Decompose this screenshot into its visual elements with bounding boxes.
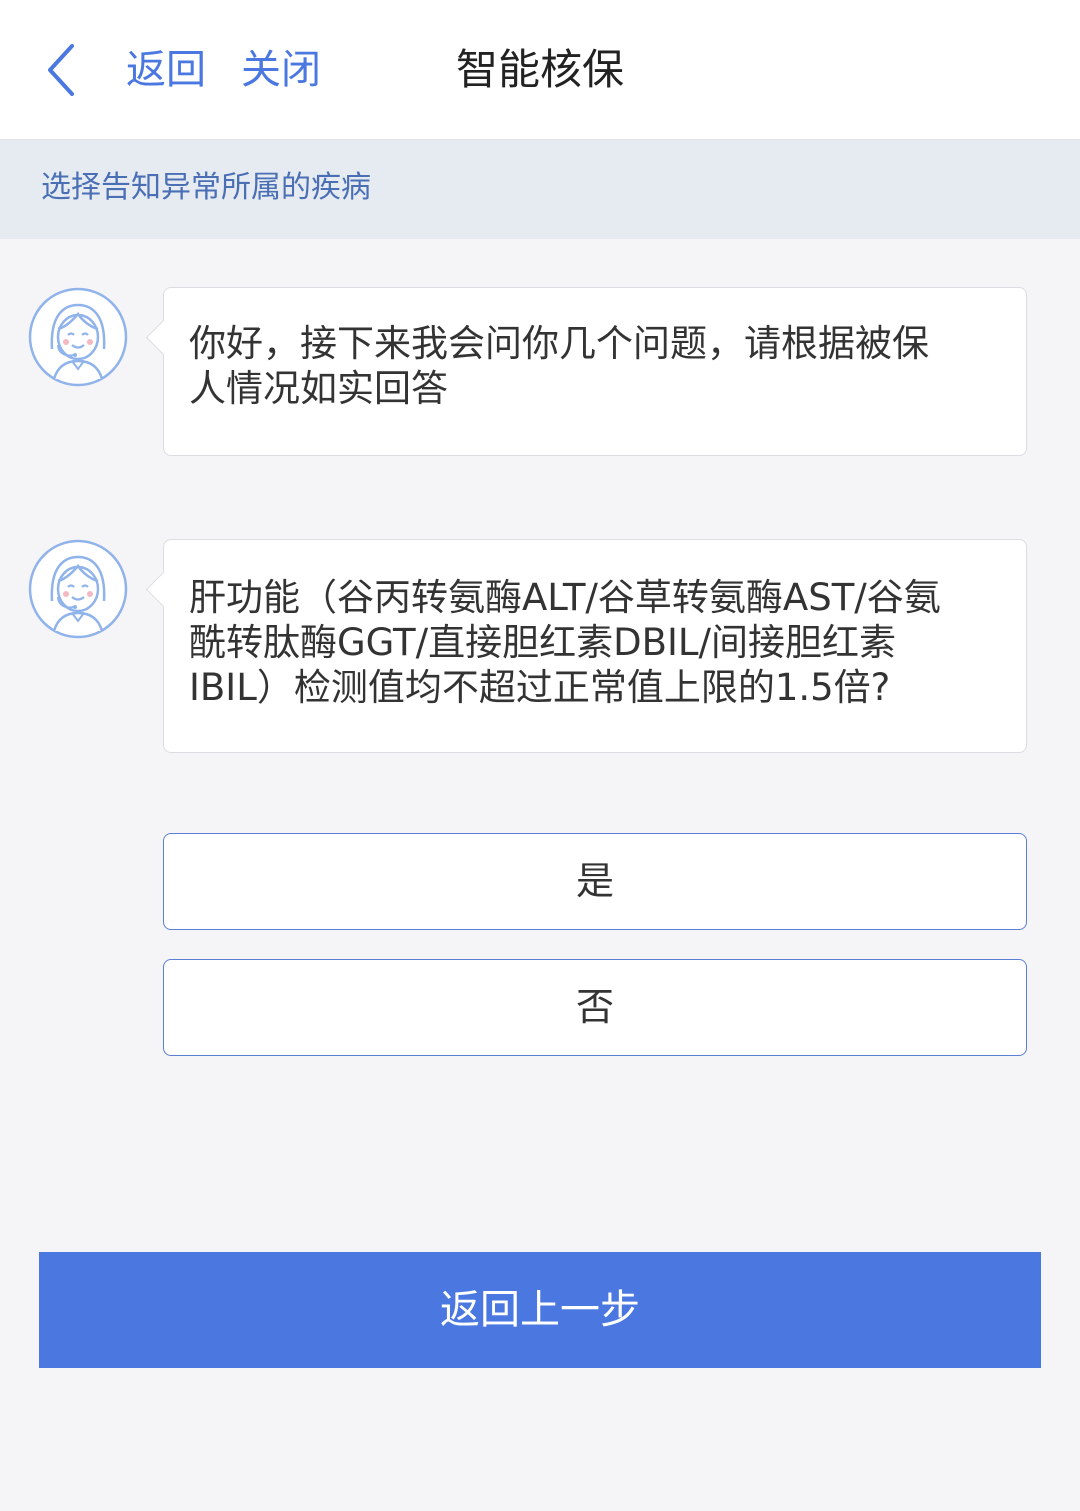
back-step-button[interactable]: 返回上一步: [39, 1252, 1041, 1368]
assistant-avatar-icon: [28, 539, 128, 639]
page-title: 智能核保: [455, 45, 624, 94]
assistant-avatar-icon: [28, 287, 128, 387]
chat-bubble: 肝功能（谷丙转氨酶ALT/谷草转氨酶AST/谷氨 酰转肽酶GGT/直接胆红素DB…: [163, 539, 1027, 753]
chat-bubble: 你好，接下来我会问你几个问题，请根据被保 人情况如实回答: [163, 287, 1027, 456]
option-no-button[interactable]: 否: [163, 959, 1027, 1056]
option-yes-button[interactable]: 是: [163, 833, 1027, 930]
question-text: 肝功能（谷丙转氨酶ALT/谷草转氨酶AST/谷氨 酰转肽酶GGT/直接胆红素DB…: [189, 576, 941, 709]
subheader-text: 选择告知异常所属的疾病: [41, 170, 371, 205]
message-text: 你好，接下来我会问你几个问题，请根据被保 人情况如实回答: [189, 322, 929, 410]
step-subheader: 选择告知异常所属的疾病: [0, 140, 1080, 239]
top-navbar: 返回 关闭 智能核保: [0, 0, 1080, 140]
